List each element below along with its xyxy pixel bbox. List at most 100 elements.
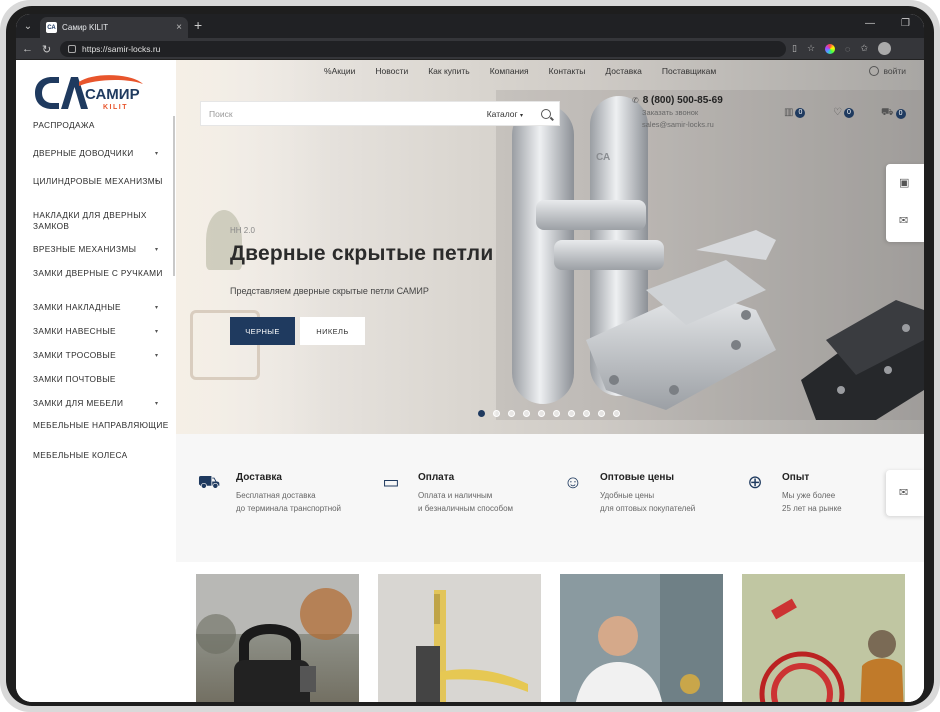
slider-dot[interactable]: [538, 410, 545, 417]
slider-dot[interactable]: [613, 410, 620, 417]
sidebar-item[interactable]: ЗАМКИ ДЛЯ МЕБЕЛИ ▾: [33, 398, 158, 409]
features-strip: ⛟ Доставка Бесплатная доставка до термина…: [176, 434, 924, 562]
top-navigation: % Акции Новости Как купить Компания Контакты…: [324, 66, 736, 76]
browser-tab[interactable]: СА Самир KILIT ×: [40, 17, 188, 38]
url-text: https://samir-locks.ru: [82, 44, 161, 54]
card-icon: ▭: [382, 472, 400, 492]
topnav-item[interactable]: Акции: [332, 66, 356, 76]
device-bezel: ⌄ СА Самир KILIT × + — ❐ ← ↻ https://sam…: [6, 6, 934, 706]
sidebar-item[interactable]: РАСПРОДАЖА: [33, 120, 95, 131]
cable-lock-image: [742, 574, 905, 702]
login-link[interactable]: войти: [869, 66, 906, 76]
close-tab-icon[interactable]: ×: [176, 22, 182, 33]
screen: ⌄ СА Самир KILIT × + — ❐ ← ↻ https://sam…: [16, 14, 924, 702]
sidebar-item[interactable]: ЗАМКИ ТРОСОВЫЕ ▾: [33, 350, 158, 361]
sidebar-item[interactable]: ВРЕЗНЫЕ МЕХАНИЗМЫ ▾: [33, 244, 158, 255]
slider-dot[interactable]: [523, 410, 530, 417]
callback-link[interactable]: Заказать звонок: [642, 108, 698, 117]
card-door-handles[interactable]: [378, 574, 541, 702]
feature-payment: ▭ Оплата Оплата и наличным и безналичным …: [378, 472, 513, 515]
sidebar-scrollbar[interactable]: [173, 116, 175, 276]
email-link[interactable]: sales@samir-locks.ru: [642, 120, 714, 129]
logo-sub-text: KILIT: [103, 104, 128, 111]
sidebar-item-label: НАКЛАДКИ ДЛЯ ДВЕРНЫХ ЗАМКОВ: [33, 210, 147, 231]
mail-icon[interactable]: ✉: [899, 214, 908, 227]
sidebar-item[interactable]: ДВЕРНЫЕ ДОВОДЧИКИ ▾: [33, 148, 158, 159]
catalog-dropdown[interactable]: Каталог ▾: [487, 109, 523, 119]
card-wholesale[interactable]: [560, 574, 723, 702]
card-padlocks[interactable]: [196, 574, 359, 702]
slider-dot[interactable]: [478, 410, 485, 417]
topnav-item[interactable]: Контакты: [549, 66, 586, 76]
hero-description: Представляем дверные скрытые петли САМИР: [230, 286, 429, 296]
topnav-item[interactable]: Доставка: [605, 66, 642, 76]
sidebar-item[interactable]: ЗАМКИ НАКЛАДНЫЕ ▾: [33, 302, 158, 313]
cart-count: 0: [895, 108, 906, 119]
browser-address-bar: ← ↻ https://samir-locks.ru ▯ ☆ ◌ ✩: [16, 38, 924, 60]
favorites-count: 0: [843, 107, 854, 118]
topnav-item[interactable]: Как купить: [428, 66, 470, 76]
compare-button[interactable]: ▥ 0: [784, 107, 806, 118]
sidebar-item[interactable]: ЗАМКИ ПОЧТОВЫЕ: [33, 374, 116, 385]
feature-wholesale: ☺ Оптовые цены Удобные цены для оптовых п…: [560, 472, 695, 515]
profile-avatar[interactable]: [877, 42, 891, 55]
mail-icon[interactable]: ✉: [899, 486, 908, 499]
topnav-item[interactable]: Поставщикам: [662, 66, 716, 76]
reading-mode-icon[interactable]: ▯: [792, 43, 797, 54]
extension-icon[interactable]: ◌: [845, 44, 850, 54]
url-field[interactable]: https://samir-locks.ru: [60, 41, 786, 57]
sidebar-item[interactable]: МЕБЕЛЬНЫЕ НАПРАВЛЯЮЩИЕ: [33, 420, 169, 431]
search-input[interactable]: Поиск: [209, 109, 487, 119]
slider-dot[interactable]: [553, 410, 560, 417]
cart-icon: ⛟: [881, 107, 894, 118]
hidden-hinge-image: СА: [496, 90, 924, 420]
reload-icon[interactable]: ↻: [42, 43, 51, 56]
card-cable-locks[interactable]: [742, 574, 905, 702]
heart-icon: ♡: [833, 107, 842, 118]
slider-dot[interactable]: [493, 410, 500, 417]
feature-title: Опыт: [782, 472, 810, 483]
bookmark-star-icon[interactable]: ☆: [807, 43, 815, 54]
slider-dot[interactable]: [598, 410, 605, 417]
chevron-down-icon: ▾: [155, 353, 159, 359]
category-cards: [176, 562, 924, 702]
new-tab-icon[interactable]: +: [194, 17, 202, 33]
site-logo[interactable]: САМИР KILIT: [33, 74, 145, 112]
cart-button[interactable]: ⛟ 0: [881, 107, 906, 120]
site-info-icon[interactable]: [68, 45, 76, 53]
browser-extensions: ▯ ☆ ◌ ✩: [792, 42, 891, 55]
tab-list-icon[interactable]: ⌄: [20, 18, 36, 34]
sidebar-item[interactable]: ЦИЛИНДРОВЫЕ МЕХАНИЗМЫ ▾: [33, 176, 163, 187]
topnav-item[interactable]: Новости: [375, 66, 408, 76]
category-sidebar: САМИР KILIT РАСПРОДАЖА ДВЕРНЫЕ ДОВОДЧИКИ ▾…: [16, 60, 176, 702]
sidebar-item[interactable]: НАКЛАДКИ ДЛЯ ДВЕРНЫХ ЗАМКОВ: [33, 210, 169, 231]
lifebuoy-icon: ⊕: [747, 472, 763, 492]
slider-dot[interactable]: [508, 410, 515, 417]
sidebar-item-label: МЕБЕЛЬНЫЕ НАПРАВЛЯЮЩИЕ: [33, 420, 169, 430]
logo-main-text: САМИР: [85, 86, 140, 103]
search-icon[interactable]: [541, 108, 551, 119]
browser-tab-bar: ⌄ СА Самир KILIT × + — ❐: [16, 14, 924, 38]
sidebar-item-label: ЗАМКИ НАВЕСНЫЕ: [33, 326, 116, 336]
restore-icon[interactable]: ❐: [901, 18, 910, 29]
phone-number[interactable]: ✆ 8 (800) 500-85-69: [632, 95, 723, 106]
feature-text: Мы уже более 25 лет на рынке: [782, 491, 842, 513]
back-icon[interactable]: ←: [22, 43, 33, 55]
minimize-icon[interactable]: —: [865, 18, 875, 29]
slider-dot[interactable]: [568, 410, 575, 417]
favorites-bar-icon[interactable]: ✩: [860, 43, 868, 54]
black-variant-button[interactable]: ЧЕРНЫЕ: [230, 317, 295, 345]
sidebar-item[interactable]: ЗАМКИ ДВЕРНЫЕ С РУЧКАМИ: [33, 268, 163, 279]
favorites-button[interactable]: ♡ 0: [833, 107, 854, 118]
slider-dot[interactable]: [583, 410, 590, 417]
feature-title: Доставка: [236, 472, 282, 483]
sidebar-item-label: ЗАМКИ ДЛЯ МЕБЕЛИ: [33, 398, 124, 408]
feature-experience: ⊕ Опыт Мы уже более 25 лет на рынке: [742, 472, 842, 515]
extension-colorwheel-icon[interactable]: [825, 43, 836, 54]
sidebar-item[interactable]: ЗАМКИ НАВЕСНЫЕ ▾: [33, 326, 158, 337]
chevron-down-icon: ▾: [155, 179, 159, 185]
nickel-variant-button[interactable]: НИКЕЛЬ: [300, 317, 365, 345]
chat-icon[interactable]: ▣: [899, 176, 909, 189]
sidebar-item[interactable]: МЕБЕЛЬНЫЕ КОЛЕСА: [33, 450, 128, 461]
topnav-item[interactable]: Компания: [490, 66, 529, 76]
